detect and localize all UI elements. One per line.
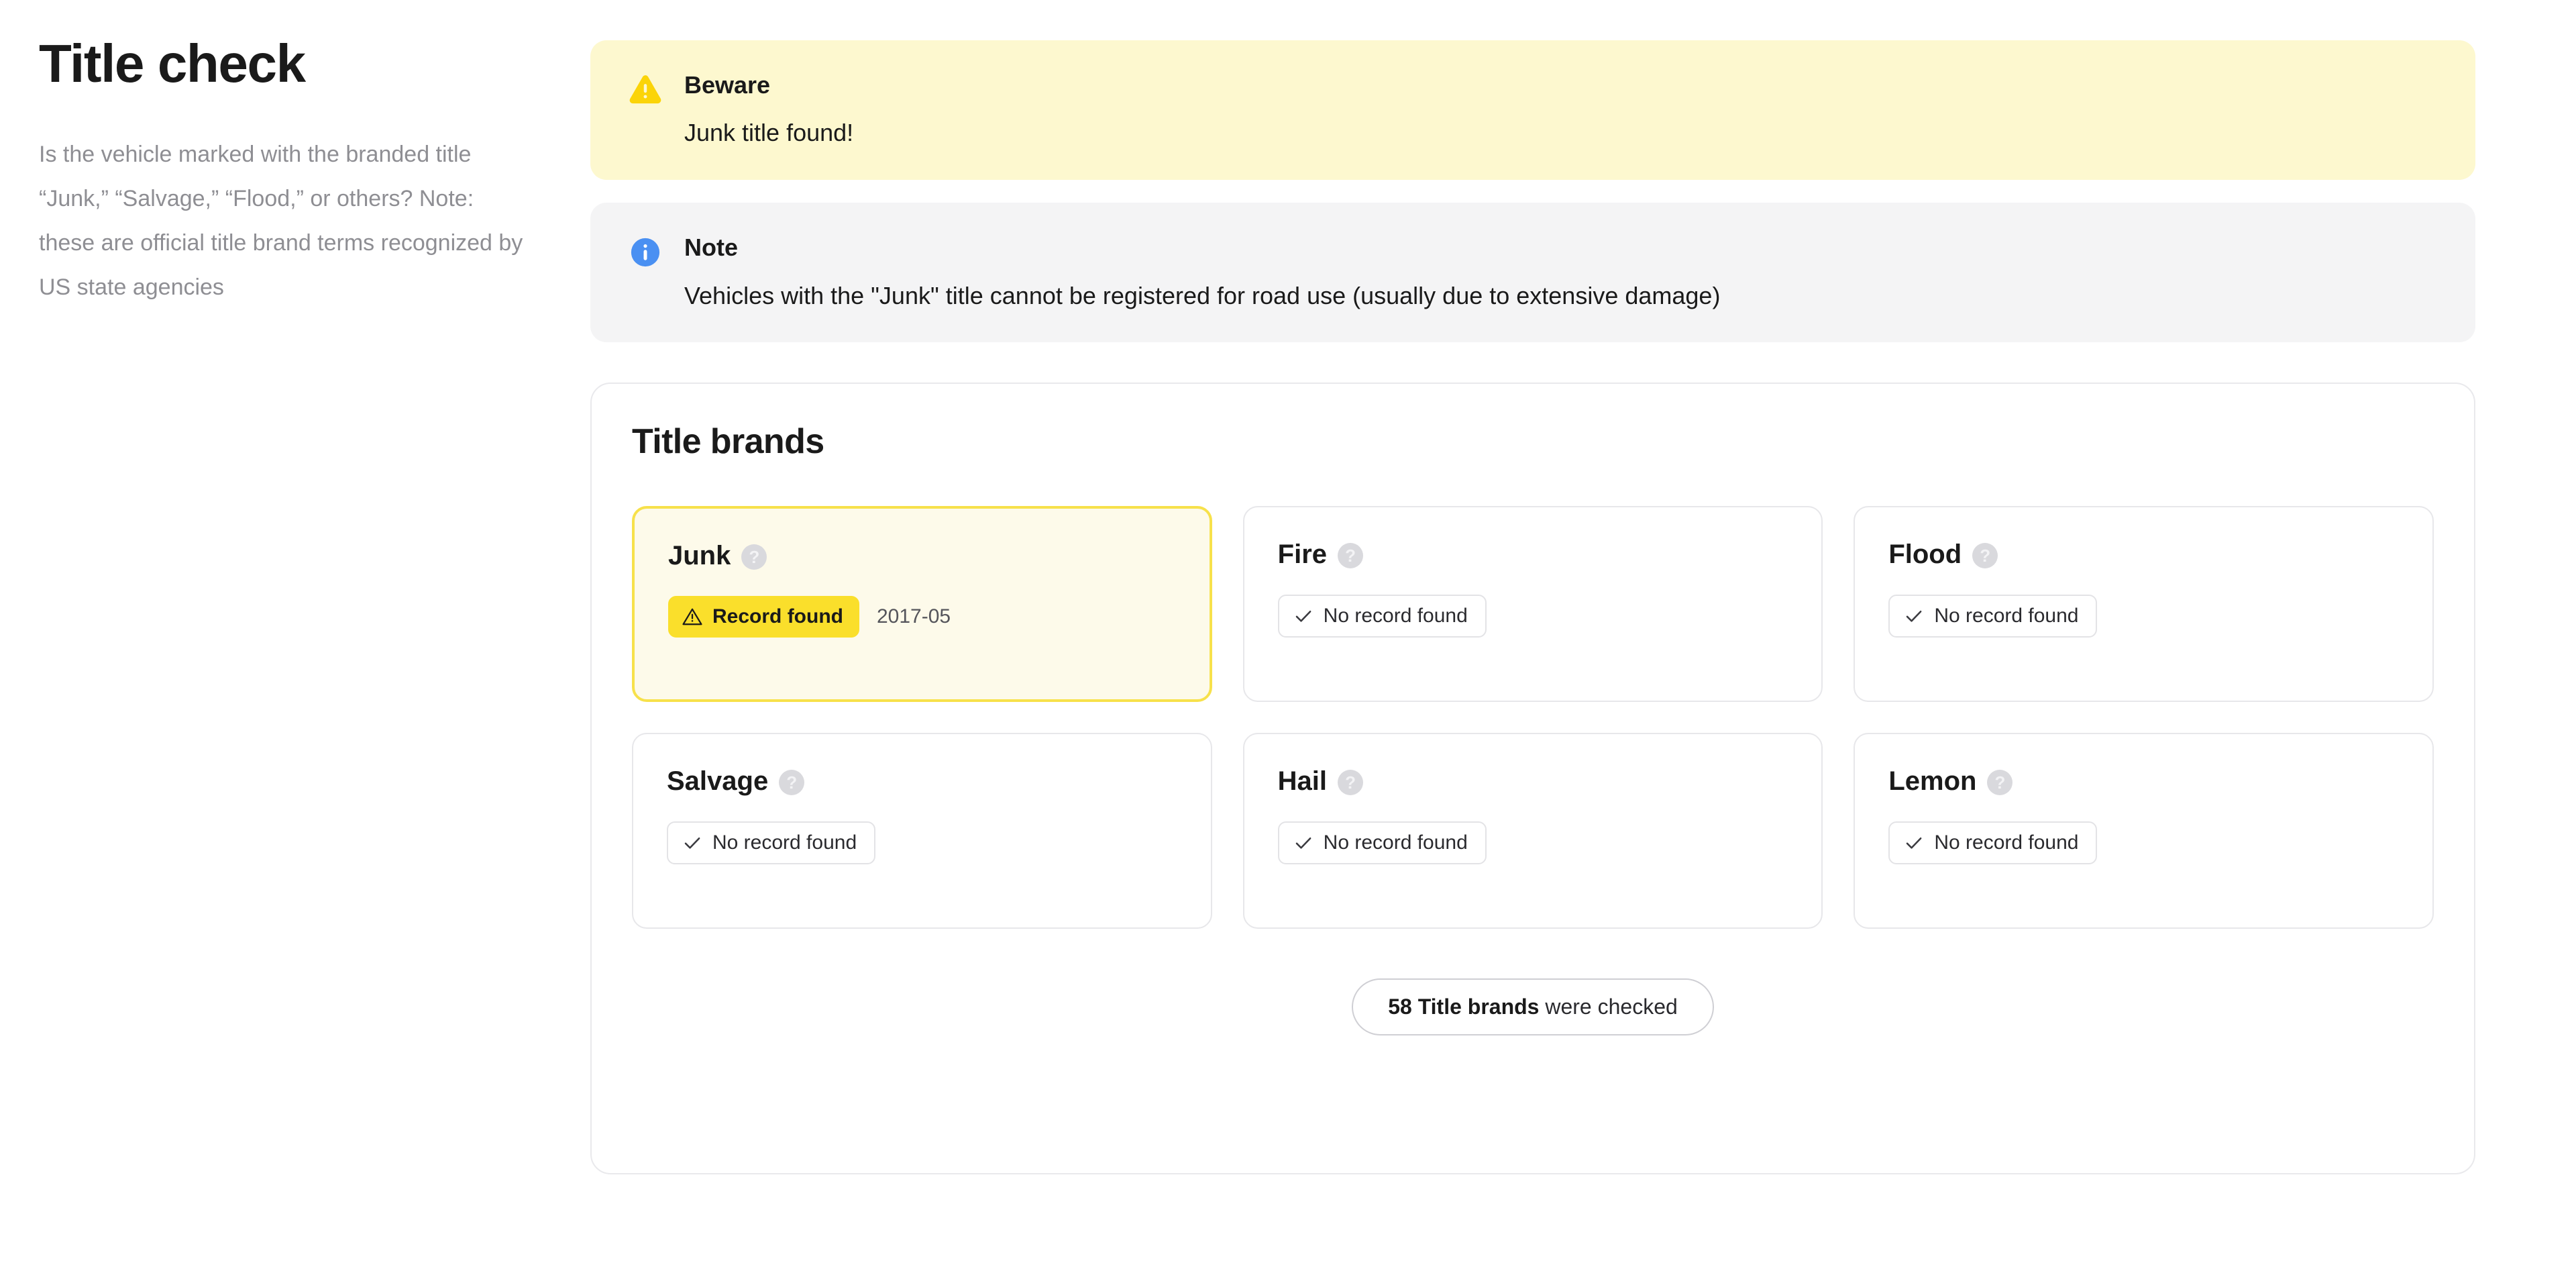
brand-status-row: No record found (1888, 821, 2399, 864)
alert-beware-text: Junk title found! (684, 117, 2439, 149)
alert-beware-title: Beware (684, 71, 2439, 99)
check-icon (1903, 605, 1925, 627)
title-check-page: Title check Is the vehicle marked with t… (0, 0, 2576, 1267)
brand-card-header: Fire? (1278, 540, 1788, 569)
status-badge-label: No record found (712, 831, 857, 854)
brand-card-header: Salvage? (667, 766, 1177, 796)
alert-note-title: Note (684, 234, 2439, 261)
status-badge-label: No record found (1934, 605, 2078, 627)
check-icon (1903, 832, 1925, 854)
brand-card[interactable]: Fire? No record found (1243, 506, 1823, 702)
panel-title: Title brands (632, 421, 2434, 462)
page-title: Title check (39, 37, 550, 91)
status-badge-no-record-found: No record found (1888, 595, 2097, 638)
brand-card[interactable]: Junk? Record found 2017-05 (632, 506, 1212, 702)
help-question-icon[interactable]: ? (1338, 543, 1363, 568)
brand-card-header: Flood? (1888, 540, 2399, 569)
warning-triangle-outline-icon (682, 606, 703, 627)
brands-checked-count: 58 Title brands (1388, 995, 1539, 1019)
check-icon (1293, 605, 1314, 627)
check-icon (1293, 832, 1314, 854)
brand-status-row: Record found 2017-05 (668, 596, 1176, 638)
help-question-icon[interactable]: ? (1987, 770, 2012, 795)
help-question-icon[interactable]: ? (1338, 770, 1363, 795)
record-date: 2017-05 (877, 605, 951, 628)
status-badge-label: Record found (712, 605, 843, 628)
status-badge-label: No record found (1324, 831, 1468, 854)
brand-card[interactable]: Salvage? No record found (632, 733, 1212, 929)
alert-note: Note Vehicles with the "Junk" title cann… (590, 203, 2475, 342)
status-badge-no-record-found: No record found (1278, 821, 1487, 864)
brand-card[interactable]: Hail? No record found (1243, 733, 1823, 929)
status-badge-no-record-found: No record found (667, 821, 875, 864)
brand-card-grid: Junk? Record found 2017-05 Fire? No record f… (632, 506, 2434, 929)
section-intro: Title check Is the vehicle marked with t… (0, 0, 590, 309)
info-circle-icon (627, 234, 664, 271)
brand-name: Junk (668, 541, 731, 570)
help-question-icon[interactable]: ? (741, 544, 767, 570)
status-badge-label: No record found (1324, 605, 1468, 627)
alert-note-body: Note Vehicles with the "Junk" title cann… (684, 232, 2439, 311)
brands-checked-suffix: were checked (1539, 995, 1677, 1019)
brand-name: Flood (1888, 540, 1962, 569)
brand-card[interactable]: Lemon? No record found (1854, 733, 2434, 929)
brand-status-row: No record found (667, 821, 1177, 864)
status-badge-label: No record found (1934, 831, 2078, 854)
brand-card[interactable]: Flood? No record found (1854, 506, 2434, 702)
brand-card-header: Lemon? (1888, 766, 2399, 796)
main-content: Beware Junk title found! Note Vehicles w… (590, 0, 2576, 1174)
brands-checked-pill[interactable]: 58 Title brands were checked (1352, 978, 1714, 1035)
brand-card-header: Hail? (1278, 766, 1788, 796)
brand-status-row: No record found (1278, 595, 1788, 638)
brand-status-row: No record found (1278, 821, 1788, 864)
check-icon (682, 832, 703, 854)
brand-card-header: Junk? (668, 541, 1176, 570)
panel-footer: 58 Title brands were checked (632, 978, 2434, 1035)
status-badge-no-record-found: No record found (1278, 595, 1487, 638)
alert-note-text: Vehicles with the "Junk" title cannot be… (684, 281, 2439, 312)
help-question-icon[interactable]: ? (1972, 543, 1998, 568)
status-badge-no-record-found: No record found (1888, 821, 2097, 864)
warning-triangle-icon (627, 71, 664, 109)
help-question-icon[interactable]: ? (779, 770, 804, 795)
title-brands-panel: Title brands Junk? Record found 2017-05 Fir… (590, 383, 2475, 1174)
brand-status-row: No record found (1888, 595, 2399, 638)
page-description: Is the vehicle marked with the branded t… (39, 132, 535, 309)
alert-beware: Beware Junk title found! (590, 40, 2475, 180)
brand-name: Salvage (667, 766, 768, 796)
brand-name: Hail (1278, 766, 1327, 796)
alert-beware-body: Beware Junk title found! (684, 70, 2439, 149)
brand-name: Fire (1278, 540, 1327, 569)
status-badge-record-found: Record found (668, 596, 859, 638)
brand-name: Lemon (1888, 766, 1976, 796)
